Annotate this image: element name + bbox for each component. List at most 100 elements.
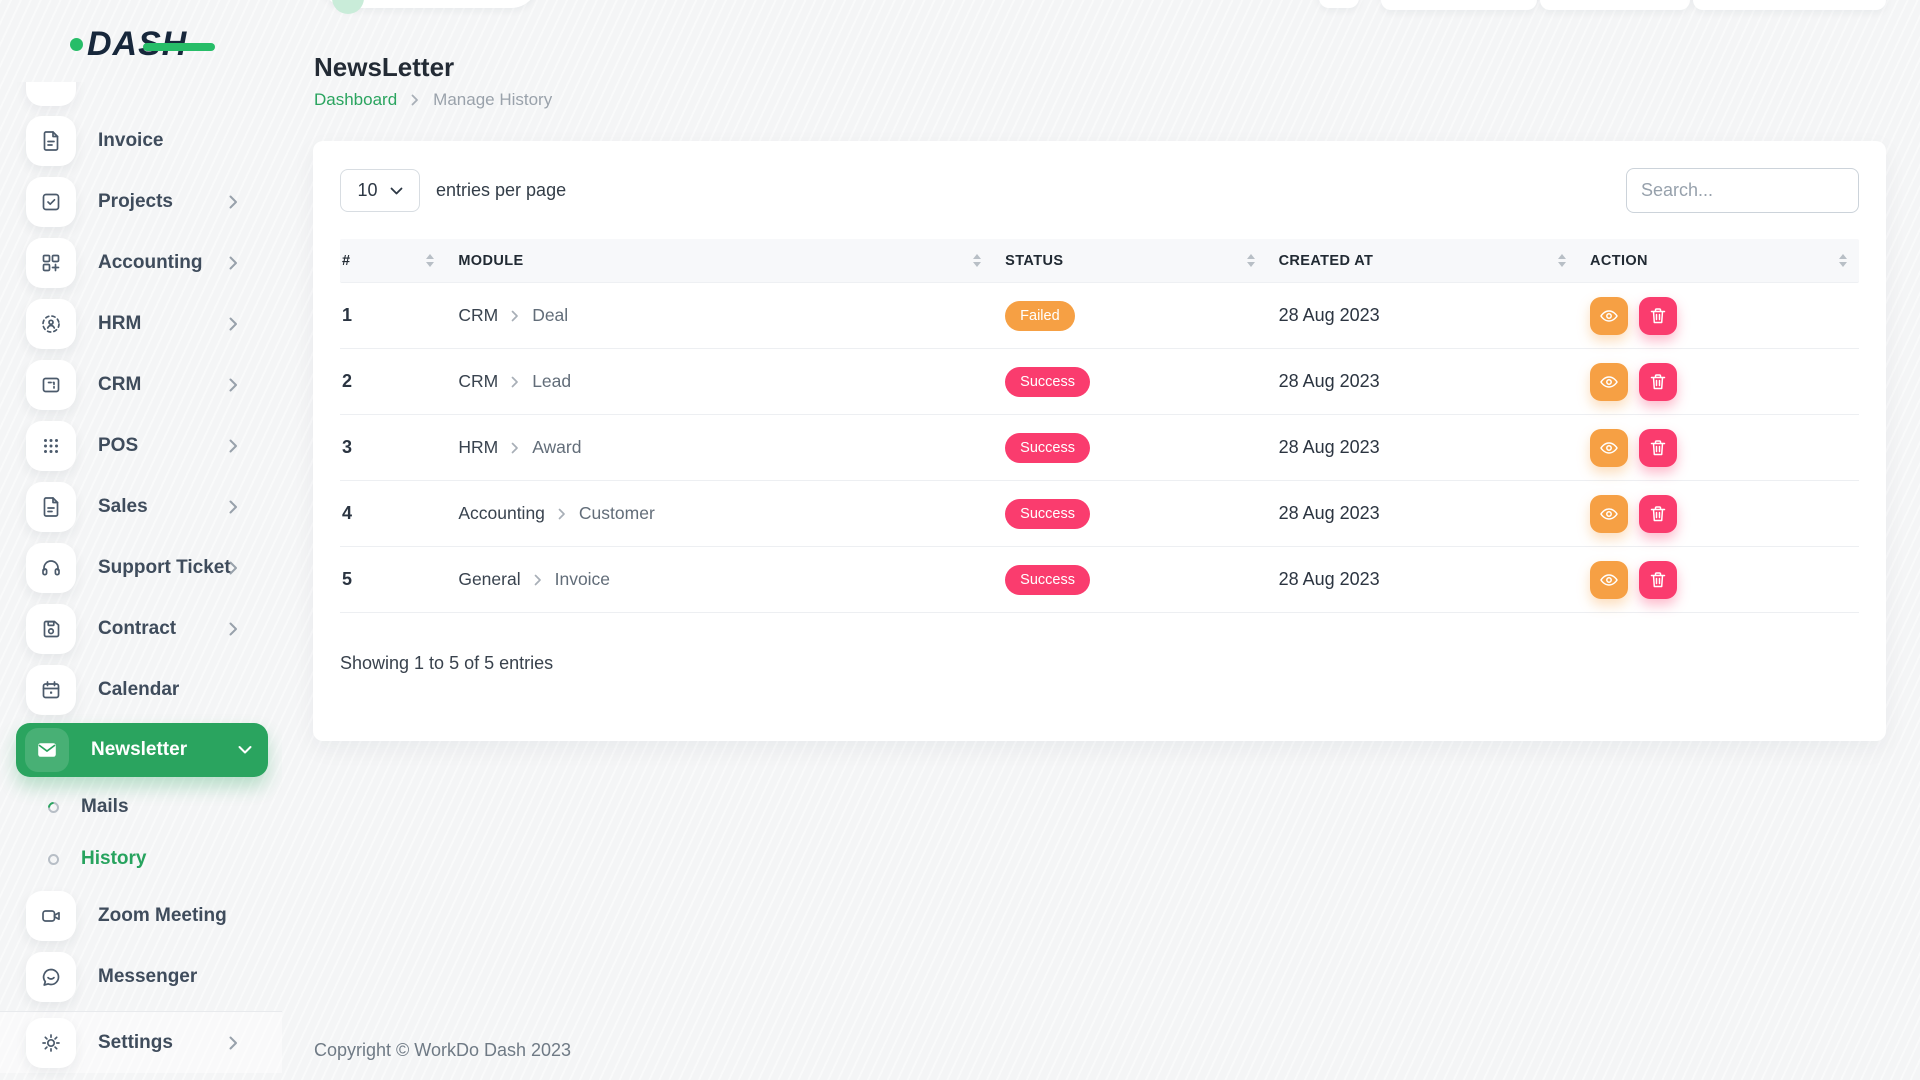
- sidebar-item-pos[interactable]: POS: [16, 415, 266, 476]
- sort-icon[interactable]: [424, 252, 436, 269]
- bullet-circle-icon: [46, 799, 62, 815]
- sidebar-settings-section: Settings: [0, 1011, 282, 1073]
- created-at-value: 28 Aug 2023: [1279, 371, 1380, 392]
- delete-button[interactable]: [1639, 429, 1677, 467]
- module-name: CRM: [458, 371, 498, 392]
- chevron-right-icon: [229, 622, 238, 636]
- sidebar-item-newsletter[interactable]: Newsletter: [16, 720, 266, 781]
- page-title: NewsLetter: [314, 52, 454, 83]
- sort-icon[interactable]: [1556, 252, 1568, 269]
- sidebar-item-calendar[interactable]: Calendar: [16, 659, 266, 720]
- sidebar-item-settings[interactable]: Settings: [16, 1012, 266, 1073]
- headphones-icon: [26, 543, 76, 593]
- view-button[interactable]: [1590, 561, 1628, 599]
- topbar-button-remnant[interactable]: [1381, 0, 1537, 10]
- column-header-label: ACTION: [1590, 253, 1648, 269]
- topbar-button-remnant[interactable]: [1693, 0, 1886, 10]
- sidebar-item-label: Zoom Meeting: [98, 905, 227, 927]
- module-name: Accounting: [458, 503, 545, 524]
- sidebar-item-projects[interactable]: Projects: [16, 171, 266, 232]
- sidebar-item-label: Invoice: [98, 130, 163, 152]
- sidebar-subitem-label: Mails: [81, 796, 129, 818]
- breadcrumb: Dashboard Manage History: [314, 90, 552, 110]
- sidebar-item-sales[interactable]: Sales: [16, 476, 266, 537]
- accounting-icon: [26, 238, 76, 288]
- trash-icon: [1650, 505, 1666, 523]
- sidebar: DASH Invoice Projects: [0, 0, 282, 1080]
- table-row: 3 HRM Award Success 28 Aug 2023: [340, 415, 1859, 481]
- chevron-down-icon: [390, 187, 403, 195]
- trash-icon: [1650, 439, 1666, 457]
- video-camera-icon: [26, 891, 76, 941]
- sidebar-item-invoice[interactable]: Invoice: [16, 110, 266, 171]
- column-header-action: ACTION: [1578, 252, 1859, 269]
- entries-per-page-label: entries per page: [436, 180, 566, 201]
- sidebar-subitem-label: History: [81, 848, 146, 870]
- submodule-name: Deal: [532, 305, 568, 326]
- sidebar-item-hrm[interactable]: HRM: [16, 293, 266, 354]
- sidebar-item-label: Support Ticket: [98, 557, 231, 579]
- submodule-name: Lead: [532, 371, 571, 392]
- column-header-label: MODULE: [458, 253, 523, 269]
- sidebar-item-messenger[interactable]: Messenger: [16, 946, 266, 1007]
- table-toolbar: 10 entries per page: [340, 168, 1859, 213]
- newsletter-envelope-icon: [25, 728, 69, 772]
- created-at-value: 28 Aug 2023: [1279, 437, 1380, 458]
- column-header-status: STATUS: [993, 252, 1266, 269]
- entries-per-page-select[interactable]: 10: [340, 169, 420, 212]
- column-header-label: CREATED AT: [1279, 253, 1374, 269]
- breadcrumb-dashboard-link[interactable]: Dashboard: [314, 90, 397, 110]
- column-header-label: #: [342, 253, 350, 269]
- module-cell: CRM Lead: [446, 371, 993, 392]
- gear-icon: [26, 1018, 76, 1068]
- sort-icon[interactable]: [1245, 252, 1257, 269]
- view-button[interactable]: [1590, 495, 1628, 533]
- submodule-name: Award: [532, 437, 581, 458]
- sales-icon: [26, 482, 76, 532]
- column-header-label: STATUS: [1005, 253, 1063, 269]
- view-button[interactable]: [1590, 297, 1628, 335]
- chat-bubble-icon: [26, 952, 76, 1002]
- sidebar-item-label: Projects: [98, 191, 173, 213]
- topbar-button-remnant[interactable]: [1540, 0, 1690, 10]
- sidebar-item-label: HRM: [98, 313, 141, 335]
- sidebar-item-crm[interactable]: CRM: [16, 354, 266, 415]
- sidebar-item-accounting[interactable]: Accounting: [16, 232, 266, 293]
- created-at-value: 28 Aug 2023: [1279, 305, 1380, 326]
- sidebar-item-label: Contract: [98, 618, 176, 640]
- topbar-search-remnant[interactable]: [322, 0, 538, 8]
- search-input[interactable]: [1626, 168, 1859, 213]
- sort-icon[interactable]: [971, 252, 983, 269]
- pos-icon: [26, 421, 76, 471]
- status-badge: Success: [1005, 433, 1090, 463]
- column-header-module: MODULE: [446, 252, 993, 269]
- topbar-button-remnant[interactable]: [1319, 0, 1359, 8]
- view-button[interactable]: [1590, 429, 1628, 467]
- logo-bar-icon: [143, 43, 215, 51]
- delete-button[interactable]: [1639, 363, 1677, 401]
- sidebar-item-support-ticket[interactable]: Support Ticket: [16, 537, 266, 598]
- bullet-circle-icon: [48, 854, 59, 865]
- chevron-right-icon: [229, 500, 238, 514]
- app-screen: DASH Invoice Projects: [0, 0, 1920, 1080]
- delete-button[interactable]: [1639, 561, 1677, 599]
- sidebar-subitem-history[interactable]: History: [16, 833, 266, 885]
- active-pill: Newsletter: [16, 723, 268, 777]
- sidebar-item-label: Calendar: [98, 679, 179, 701]
- sort-icon[interactable]: [1837, 252, 1849, 269]
- table-header: # MODULE STATUS CREATED AT ACTION: [340, 239, 1859, 283]
- sidebar-item-zoom-meeting[interactable]: Zoom Meeting: [16, 885, 266, 946]
- eye-icon: [1599, 506, 1619, 522]
- delete-button[interactable]: [1639, 495, 1677, 533]
- sidebar-item-contract[interactable]: Contract: [16, 598, 266, 659]
- history-table: # MODULE STATUS CREATED AT ACTION 1 CRM …: [340, 239, 1859, 613]
- row-number: 3: [342, 437, 352, 458]
- trash-icon: [1650, 571, 1666, 589]
- submodule-name: Invoice: [555, 569, 610, 590]
- app-logo[interactable]: DASH: [70, 24, 187, 64]
- delete-button[interactable]: [1639, 297, 1677, 335]
- chevron-right-icon: [229, 256, 238, 270]
- sidebar-subitem-mails[interactable]: Mails: [16, 781, 266, 833]
- eye-icon: [1599, 440, 1619, 456]
- view-button[interactable]: [1590, 363, 1628, 401]
